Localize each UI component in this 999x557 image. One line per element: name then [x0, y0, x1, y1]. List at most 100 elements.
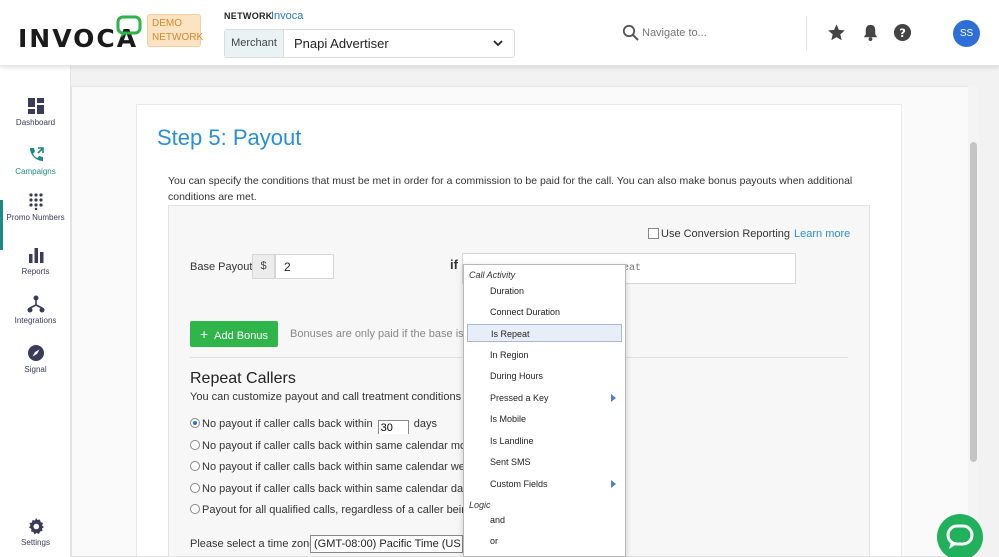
- menu-item-label: or: [490, 536, 499, 546]
- radio-option-calendar-month[interactable]: No payout if caller calls back within sa…: [190, 440, 463, 456]
- menu-item-and[interactable]: and: [467, 511, 622, 529]
- base-payout-input[interactable]: [275, 254, 334, 279]
- radio-button[interactable]: [190, 440, 200, 450]
- merchant-select[interactable]: Merchant Pnapi Advertiser: [224, 29, 515, 58]
- menu-item-label: Custom Fields: [490, 479, 548, 489]
- radio-option-within-days[interactable]: No payout if caller calls back within da…: [190, 418, 463, 434]
- scrollbar-thumb[interactable]: [970, 142, 977, 462]
- menu-item-pressed-a-key[interactable]: Pressed a Key: [467, 389, 622, 407]
- chat-bubble-logo-icon: [116, 15, 142, 38]
- navigate-search-input[interactable]: [642, 24, 792, 42]
- menu-item-label: During Hours: [490, 371, 544, 381]
- menu-item-label: Is Mobile: [490, 414, 527, 424]
- menu-item-label: and: [490, 515, 506, 525]
- star-icon[interactable]: [827, 23, 846, 42]
- radio-label-suffix: days: [413, 418, 437, 430]
- repeat-callers-heading: Repeat Callers: [190, 370, 296, 387]
- radio-button[interactable]: [190, 483, 200, 493]
- demo-network-badge: DEMO NETWORK: [147, 14, 204, 47]
- chat-support-button[interactable]: [937, 514, 983, 557]
- page-title: Step 5: Payout: [157, 125, 302, 150]
- menu-item-in-region[interactable]: In Region: [467, 346, 622, 364]
- reports-icon: [28, 248, 43, 263]
- conversion-reporting-label: Use Conversion Reporting: [661, 228, 791, 240]
- condition-dropdown-menu: Call Activity Duration Connect Duration …: [463, 264, 626, 557]
- dashboard-icon: [27, 98, 44, 114]
- menu-item-duration[interactable]: Duration: [467, 282, 622, 300]
- sidebar-item-campaigns[interactable]: Campaigns: [0, 146, 71, 177]
- merchant-value: Pnapi Advertiser: [294, 36, 389, 51]
- radio-label: No payout if caller calls back within sa…: [202, 483, 463, 495]
- learn-more-link[interactable]: Learn more: [794, 228, 850, 240]
- repeat-callers-description: You can customize payout and call treatm…: [190, 391, 463, 403]
- signal-icon: [27, 345, 44, 361]
- radio-button[interactable]: [190, 461, 200, 471]
- sidebar-item-promo-numbers[interactable]: Promo Numbers: [0, 192, 71, 223]
- svg-text:?: ?: [899, 26, 906, 40]
- sidebar-item-settings[interactable]: Settings: [0, 517, 71, 548]
- menu-item-label: Duration: [490, 286, 525, 296]
- sidebar-item-reports[interactable]: Reports: [0, 246, 71, 277]
- top-header: INVOCA DEMO NETWORK NETWORK Invoca Merch…: [0, 0, 999, 66]
- menu-item-label: Is Landline: [490, 436, 534, 446]
- integrations-icon: [27, 295, 44, 313]
- radio-label: No payout if caller calls back within sa…: [202, 440, 463, 452]
- radio-button[interactable]: [190, 504, 200, 514]
- sidebar-item-dashboard[interactable]: Dashboard: [0, 97, 71, 128]
- menu-item-connect-duration[interactable]: Connect Duration: [467, 303, 622, 321]
- group-label-call-activity: Call Activity: [469, 270, 516, 280]
- menu-item-label: Is Repeat: [491, 329, 530, 339]
- radio-option-calendar-day[interactable]: No payout if caller calls back within sa…: [190, 483, 463, 499]
- sidebar-item-signal[interactable]: Signal: [0, 344, 71, 375]
- group-label-logic: Logic: [469, 500, 491, 510]
- user-avatar[interactable]: SS: [953, 20, 980, 47]
- sidebar-item-label: Settings: [21, 538, 50, 547]
- add-bonus-label: Add Bonus: [214, 330, 268, 342]
- bonus-note: Bonuses are only paid if the base is pa: [290, 328, 479, 340]
- network-label: NETWORK: [224, 11, 273, 21]
- network-name-link[interactable]: Invoca: [271, 10, 303, 22]
- add-bonus-button[interactable]: + Add Bonus: [190, 321, 278, 347]
- sidebar-item-label: Reports: [21, 267, 50, 276]
- chevron-down-icon: [493, 40, 503, 47]
- menu-item-sent-sms[interactable]: Sent SMS: [467, 453, 622, 471]
- menu-item-label: Connect Duration: [490, 307, 561, 317]
- days-input[interactable]: [377, 419, 409, 434]
- menu-item-during-hours[interactable]: During Hours: [467, 367, 622, 385]
- sidebar: Dashboard Campaigns Promo Numbers Report…: [0, 66, 71, 557]
- help-icon[interactable]: ?: [893, 23, 912, 42]
- radio-button[interactable]: [190, 418, 200, 428]
- bell-icon[interactable]: [861, 23, 880, 42]
- timezone-select[interactable]: (GMT-08:00) Pacific Time (US & Canada): [310, 535, 463, 553]
- plus-icon: +: [199, 326, 209, 342]
- menu-item-is-landline[interactable]: Is Landline: [467, 432, 622, 450]
- sidebar-item-label: Dashboard: [15, 118, 56, 127]
- sidebar-item-label: Integrations: [14, 316, 57, 325]
- badge-line-1: DEMO: [152, 18, 182, 29]
- menu-item-custom-fields[interactable]: Custom Fields: [467, 475, 622, 493]
- menu-item-label: Pressed a Key: [490, 393, 549, 403]
- merchant-label: Merchant: [225, 30, 284, 57]
- submenu-arrow-icon: [611, 394, 616, 402]
- base-payout-label: Base Payout: [190, 261, 253, 273]
- menu-item-label: Sent SMS: [490, 457, 531, 467]
- sidebar-item-label: Signal: [24, 365, 47, 374]
- radio-option-payout-all[interactable]: Payout for all qualified calls, regardle…: [190, 504, 463, 520]
- radio-label: Payout for all qualified calls, regardle…: [202, 504, 463, 516]
- menu-item-or[interactable]: or: [467, 532, 622, 550]
- radio-option-calendar-week[interactable]: No payout if caller calls back within sa…: [190, 461, 463, 477]
- use-conversion-reporting-checkbox[interactable]: [648, 228, 659, 239]
- campaigns-icon: [29, 147, 44, 161]
- menu-item-is-mobile[interactable]: Is Mobile: [467, 410, 622, 428]
- sidebar-item-label: Campaigns: [15, 167, 56, 176]
- badge-line-2: NETWORK: [152, 32, 204, 43]
- promo-numbers-icon: [28, 193, 43, 210]
- header-divider: [806, 16, 807, 50]
- if-label: if: [450, 257, 458, 272]
- radio-label: No payout if caller calls back within sa…: [202, 461, 463, 473]
- menu-item-is-repeat[interactable]: Is Repeat: [467, 324, 622, 342]
- sidebar-item-integrations[interactable]: Integrations: [0, 295, 71, 326]
- currency-prefix: $: [252, 254, 275, 279]
- search-icon: [622, 24, 639, 41]
- radio-label: No payout if caller calls back within: [202, 418, 373, 430]
